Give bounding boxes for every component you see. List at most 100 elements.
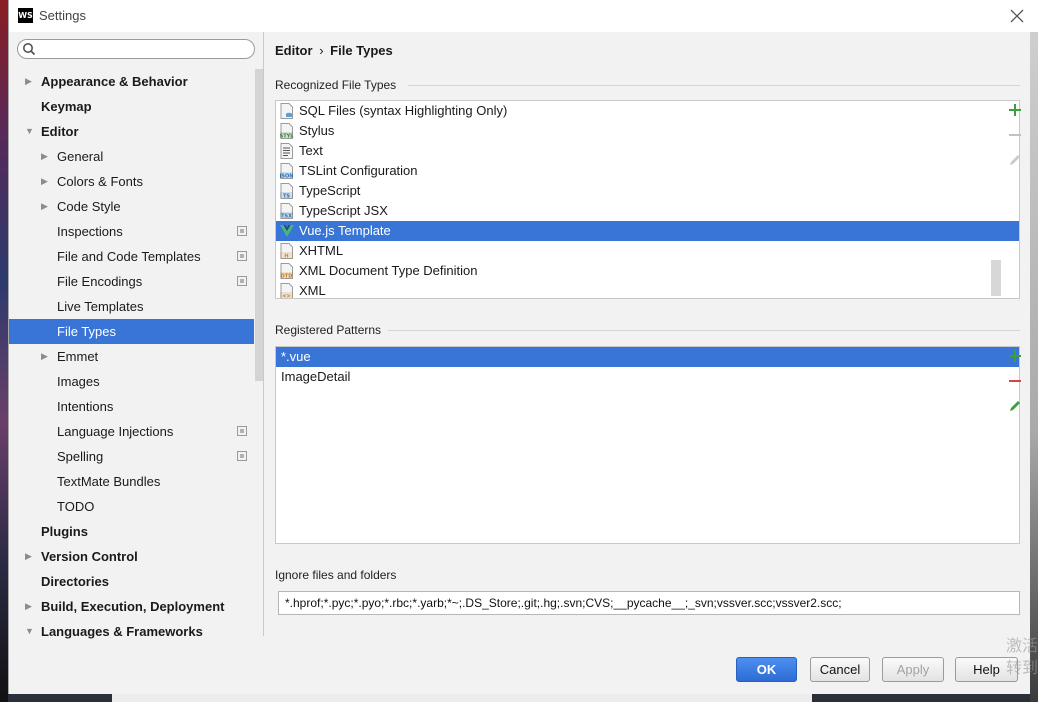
sidebar-item-images[interactable]: Images: [9, 369, 254, 394]
sidebar-item-spelling[interactable]: Spelling: [9, 444, 254, 469]
sidebar-item-textmate-bundles[interactable]: TextMate Bundles: [9, 469, 254, 494]
sidebar-item-inspections[interactable]: Inspections: [9, 219, 254, 244]
apply-button[interactable]: Apply: [882, 657, 944, 682]
chevron-down-icon[interactable]: ▼: [25, 619, 35, 644]
chevron-down-icon[interactable]: ▼: [25, 119, 35, 144]
sidebar-item-label: File Encodings: [57, 274, 143, 289]
recognized-file-types-list[interactable]: SQL Files (syntax Highlighting Only) STYL…: [275, 100, 1020, 299]
chevron-right-icon[interactable]: ▶: [41, 194, 51, 219]
sidebar-item-language-injections[interactable]: Language Injections: [9, 419, 254, 444]
sidebar-item-label: File Types: [57, 324, 117, 339]
xhtml-file-icon: H: [280, 243, 293, 259]
file-type-label: XML: [299, 283, 326, 298]
remove-file-type-button[interactable]: [1003, 127, 1027, 149]
sidebar-item-file-and-code-templates[interactable]: File and Code Templates: [9, 244, 254, 269]
chevron-right-icon[interactable]: ▶: [25, 544, 35, 569]
search-input[interactable]: [17, 39, 255, 59]
registered-patterns-list[interactable]: *.vue ImageDetail: [275, 346, 1020, 544]
file-type-row-xml-document-type-definition[interactable]: DTD XML Document Type Definition: [276, 261, 1019, 281]
desktop-background-left: [0, 0, 8, 702]
file-type-row-stylus[interactable]: STYL Stylus: [276, 121, 1019, 141]
edit-pattern-button[interactable]: [1003, 398, 1027, 420]
sidebar-item-live-templates[interactable]: Live Templates: [9, 294, 254, 319]
file-type-label: TSLint Configuration: [299, 163, 418, 178]
chevron-right-icon[interactable]: ▶: [41, 144, 51, 169]
chevron-right-icon[interactable]: ▶: [25, 69, 35, 94]
sidebar-item-label: General: [57, 149, 104, 164]
sidebar-item-label: Spelling: [57, 449, 104, 464]
add-file-type-button[interactable]: [1003, 102, 1027, 124]
watermark-line-2: 转到: [1006, 660, 1038, 677]
cancel-button[interactable]: Cancel: [810, 657, 870, 682]
sidebar-item-label: Language Injections: [57, 424, 174, 439]
remove-pattern-button[interactable]: [1003, 373, 1027, 395]
project-scope-icon: [237, 251, 247, 261]
sidebar-scrollbar[interactable]: [255, 69, 263, 381]
sidebar-item-label: Languages & Frameworks: [41, 624, 203, 639]
sidebar-item-file-types[interactable]: File Types: [9, 319, 254, 344]
tsx-file-icon: TSX: [280, 203, 293, 219]
file-type-row-typescript-jsx[interactable]: TSX TypeScript JSX: [276, 201, 1019, 221]
file-type-row-xhtml[interactable]: H XHTML: [276, 241, 1019, 261]
file-type-label: XML Document Type Definition: [299, 263, 478, 278]
minus-icon: [1009, 134, 1021, 136]
sidebar-item-label: Code Style: [57, 199, 121, 214]
sidebar-item-intentions[interactable]: Intentions: [9, 394, 254, 419]
recognized-list-scrollbar[interactable]: [991, 260, 1001, 296]
sidebar-item-label: Inspections: [57, 224, 123, 239]
add-pattern-button[interactable]: [1003, 348, 1027, 370]
ok-button[interactable]: OK: [736, 657, 797, 682]
close-button[interactable]: [1005, 4, 1029, 28]
sidebar-item-appearance-behavior[interactable]: ▶ Appearance & Behavior: [9, 69, 254, 94]
sidebar-item-label: Live Templates: [57, 299, 144, 314]
sidebar-item-languages-frameworks[interactable]: ▼ Languages & Frameworks: [9, 619, 254, 644]
sidebar-item-keymap[interactable]: Keymap: [9, 94, 254, 119]
sidebar-item-directories[interactable]: Directories: [9, 569, 254, 594]
file-type-row-text[interactable]: Text: [276, 141, 1019, 161]
sidebar-item-todo[interactable]: TODO: [9, 494, 254, 519]
plus-icon: [1009, 104, 1021, 116]
sidebar-item-plugins[interactable]: Plugins: [9, 519, 254, 544]
sidebar-item-colors-fonts[interactable]: ▶ Colors & Fonts: [9, 169, 254, 194]
ignore-files-input[interactable]: *.hprof;*.pyc;*.pyo;*.rbc;*.yarb;*~;.DS_…: [278, 591, 1020, 615]
desktop-background-right: [1030, 28, 1038, 702]
sidebar-item-emmet[interactable]: ▶ Emmet: [9, 344, 254, 369]
chevron-right-icon[interactable]: ▶: [41, 344, 51, 369]
svg-text:STYL: STYL: [280, 133, 294, 139]
sidebar-item-build-execution-deployment[interactable]: ▶ Build, Execution, Deployment: [9, 594, 254, 619]
chevron-right-icon[interactable]: ▶: [41, 169, 51, 194]
sidebar-item-label: Plugins: [41, 524, 88, 539]
stylus-file-icon: STYL: [280, 123, 294, 139]
sidebar-item-file-encodings[interactable]: File Encodings: [9, 269, 254, 294]
typescript-file-icon: TS: [280, 183, 293, 199]
sidebar-item-editor[interactable]: ▼ Editor: [9, 119, 254, 144]
svg-text:DTD: DTD: [281, 273, 293, 279]
file-type-label: Vue.js Template: [299, 223, 391, 238]
sql-file-icon: [280, 103, 293, 119]
pattern-label: ImageDetail: [281, 369, 351, 384]
chevron-right-icon[interactable]: ▶: [25, 594, 35, 619]
window-title: Settings: [39, 8, 86, 23]
close-icon: [1010, 9, 1024, 23]
file-type-label: TypeScript JSX: [299, 203, 388, 218]
pencil-icon: [1010, 155, 1020, 165]
sidebar-item-label: Keymap: [41, 99, 92, 114]
file-type-row-tslint-configuration[interactable]: JSON TSLint Configuration: [276, 161, 1019, 181]
pattern-row[interactable]: *.vue: [276, 347, 1019, 367]
file-type-row-typescript[interactable]: TS TypeScript: [276, 181, 1019, 201]
file-type-row-sql-files-syntax-highlighting-only[interactable]: SQL Files (syntax Highlighting Only): [276, 101, 1019, 121]
file-type-label: XHTML: [299, 243, 344, 258]
pattern-label: *.vue: [281, 349, 311, 364]
edit-file-type-button[interactable]: [1003, 152, 1027, 174]
title-bar[interactable]: WS Settings: [9, 0, 1038, 32]
sidebar-item-version-control[interactable]: ▶ Version Control: [9, 544, 254, 569]
sidebar-item-general[interactable]: ▶ General: [9, 144, 254, 169]
pattern-row[interactable]: ImageDetail: [276, 367, 1019, 387]
sidebar-item-code-style[interactable]: ▶ Code Style: [9, 194, 254, 219]
svg-text:JSON: JSON: [280, 173, 293, 179]
file-type-row-xml[interactable]: <> XML: [276, 281, 1019, 298]
file-type-row-vue-js-template[interactable]: Vue.js Template: [276, 221, 1019, 241]
file-type-label: Text: [299, 143, 323, 158]
sidebar-item-label: Build, Execution, Deployment: [41, 599, 225, 614]
registered-patterns-title: Registered Patterns: [275, 323, 382, 337]
